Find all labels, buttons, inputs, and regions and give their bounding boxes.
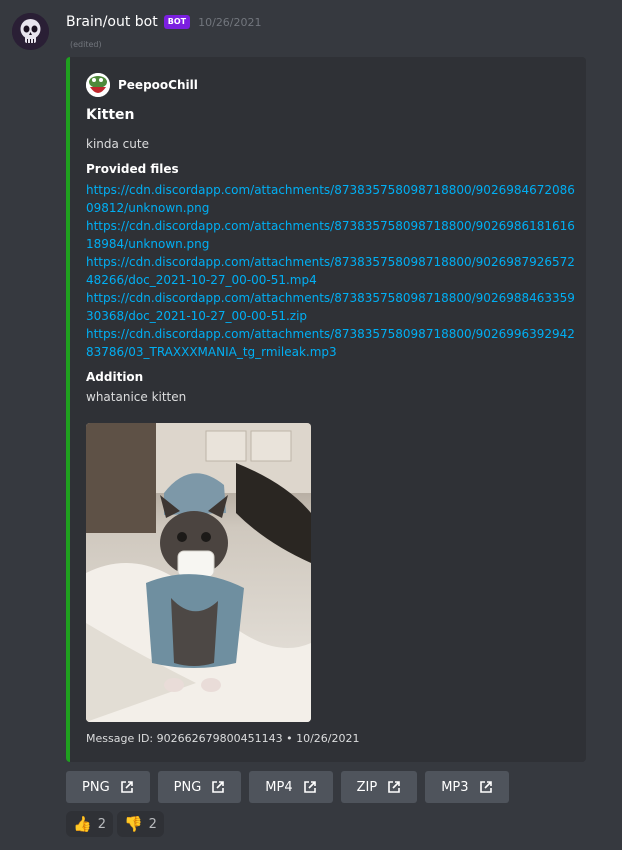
button-label: PNG: [82, 779, 110, 795]
file-link[interactable]: https://cdn.discordapp.com/attachments/8…: [86, 181, 576, 217]
png-button-1[interactable]: PNG: [66, 771, 150, 803]
author-avatar: [86, 73, 110, 97]
mp4-button[interactable]: MP4: [249, 771, 333, 803]
embed-title: Kitten: [86, 107, 135, 123]
thumbs-down-icon: 👎: [123, 815, 143, 833]
file-link[interactable]: https://cdn.discordapp.com/attachments/8…: [86, 217, 576, 253]
external-link-icon: [303, 781, 316, 793]
reaction-count: 2: [97, 816, 106, 832]
button-label: PNG: [173, 779, 202, 795]
button-label: ZIP: [356, 779, 378, 795]
kitten-photo: [86, 423, 311, 722]
external-link-icon: [120, 781, 133, 793]
link-buttons: PNG PNG MP4 ZIP MP3: [66, 771, 517, 803]
field-value-addition: whatanice kitten: [86, 390, 187, 404]
reaction-thumbs-down[interactable]: 👎 2: [116, 811, 164, 837]
zip-button[interactable]: ZIP: [340, 771, 418, 803]
message-timestamp: 10/26/2021: [198, 15, 262, 29]
embed-description: kinda cute: [86, 137, 149, 151]
reaction-count: 2: [148, 816, 157, 832]
bot-badge: BOT: [163, 15, 191, 29]
embed-author: PeepooChill: [86, 73, 198, 97]
button-label: MP4: [265, 779, 293, 795]
skull-icon: [12, 13, 49, 50]
edited-label: (edited): [70, 40, 102, 49]
external-link-icon: [212, 781, 225, 793]
button-label: MP3: [441, 779, 469, 795]
external-link-icon: [479, 781, 492, 793]
reactions: 👍 2 👎 2: [66, 811, 168, 837]
mp3-button[interactable]: MP3: [425, 771, 509, 803]
file-link[interactable]: https://cdn.discordapp.com/attachments/8…: [86, 253, 576, 289]
file-links: https://cdn.discordapp.com/attachments/8…: [86, 181, 576, 361]
embed-image[interactable]: [86, 423, 311, 722]
reaction-thumbs-up[interactable]: 👍 2: [66, 811, 113, 837]
thumbs-up-icon: 👍: [73, 815, 92, 833]
frog-icon: [86, 73, 110, 97]
png-button-2[interactable]: PNG: [157, 771, 242, 803]
author-name[interactable]: PeepooChill: [118, 78, 198, 92]
message-header: Brain/out bot BOT 10/26/2021: [66, 11, 262, 33]
field-name-addition: Addition: [86, 370, 144, 384]
field-name-provided-files: Provided files: [86, 162, 179, 176]
bot-avatar[interactable]: [12, 13, 49, 50]
external-link-icon: [388, 781, 401, 793]
embed-card: PeepooChill Kitten kinda cute Provided f…: [66, 57, 586, 762]
file-link[interactable]: https://cdn.discordapp.com/attachments/8…: [86, 289, 576, 325]
file-link[interactable]: https://cdn.discordapp.com/attachments/8…: [86, 325, 576, 361]
embed-footer: Message ID: 902662679800451143 • 10/26/2…: [86, 732, 360, 745]
username[interactable]: Brain/out bot: [66, 14, 158, 30]
